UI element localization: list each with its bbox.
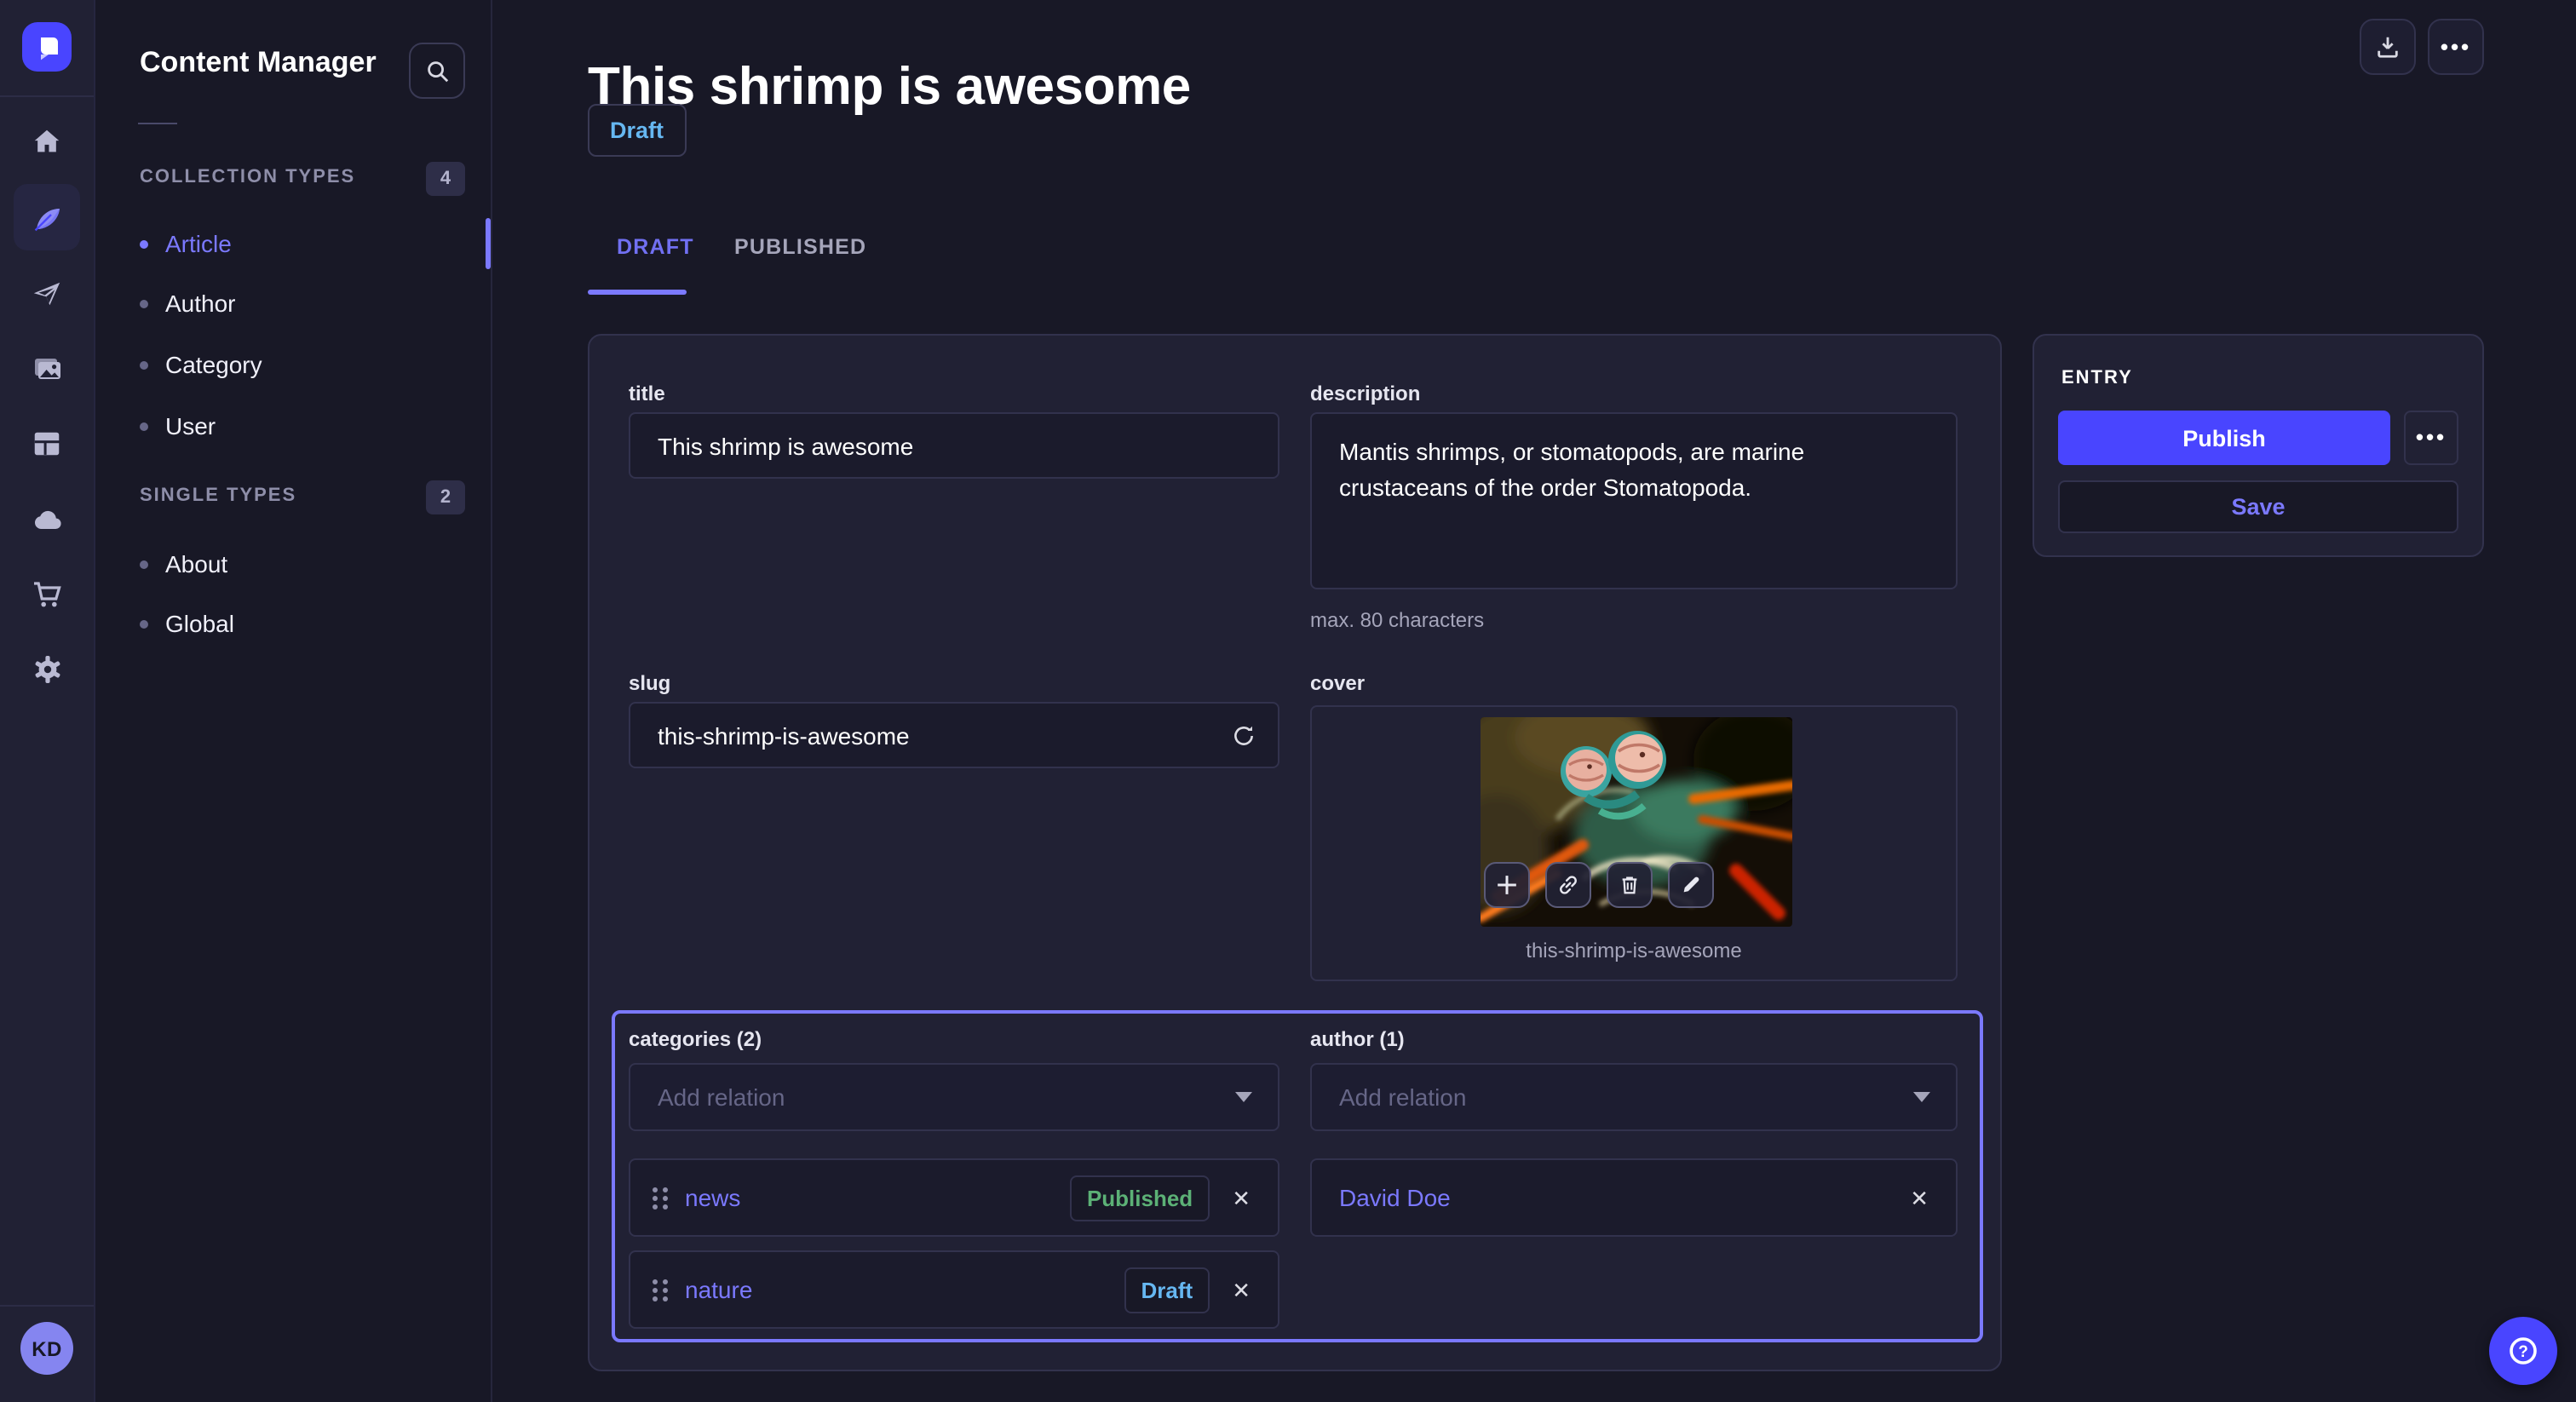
chevron-down-icon: [1913, 1092, 1930, 1102]
subnav-divider: [138, 123, 177, 124]
app-window: KD Content Manager COLLECTION TYPES 4 Ar…: [0, 0, 2576, 1402]
tab-published[interactable]: PUBLISHED: [734, 235, 866, 259]
publish-button[interactable]: Publish: [2058, 411, 2390, 465]
title-input[interactable]: This shrimp is awesome: [629, 412, 1279, 479]
more-options-button[interactable]: •••: [2428, 19, 2484, 75]
nav-rail: KD: [0, 0, 95, 1402]
search-icon: [425, 59, 449, 83]
download-icon: [2375, 34, 2401, 60]
drag-handle-icon[interactable]: [653, 1278, 668, 1301]
title-field-label: title: [629, 382, 665, 405]
cover-field-box: this-shrimp-is-awesome: [1310, 705, 1958, 981]
drag-handle-icon[interactable]: [653, 1187, 668, 1209]
relation-row-news: news Published ✕: [629, 1158, 1279, 1237]
status-badge: Published: [1070, 1175, 1210, 1221]
marketplace-cart-icon[interactable]: [14, 560, 80, 627]
content-manager-subnav: Content Manager COLLECTION TYPES 4 Artic…: [95, 0, 492, 1402]
relation-link[interactable]: news: [685, 1184, 740, 1211]
status-badge: Draft: [588, 104, 686, 157]
add-icon[interactable]: [1484, 862, 1530, 908]
tab-draft[interactable]: DRAFT: [617, 235, 694, 259]
active-item-indicator: [486, 218, 491, 269]
save-button[interactable]: Save: [2058, 480, 2458, 533]
description-textarea[interactable]: Mantis shrimps, or stomatopods, are mari…: [1310, 412, 1958, 589]
edit-form-panel: title This shrimp is awesome description…: [588, 334, 2002, 1371]
relation-link[interactable]: David Doe: [1339, 1184, 1451, 1211]
cover-filename: this-shrimp-is-awesome: [1312, 939, 1956, 962]
download-button[interactable]: [2360, 19, 2416, 75]
content-type-builder-layout-icon[interactable]: [14, 411, 80, 477]
relation-row-david-doe: David Doe ✕: [1310, 1158, 1958, 1237]
sidebar-item-article[interactable]: Article: [140, 220, 232, 267]
slug-field-label: slug: [629, 671, 670, 695]
description-field-label: description: [1310, 382, 1420, 405]
media-library-images-icon[interactable]: [14, 336, 80, 402]
cover-field-label: cover: [1310, 671, 1365, 695]
cover-actions: [1484, 862, 1714, 908]
help-icon: ?: [2506, 1334, 2540, 1368]
bullet-icon: [140, 299, 148, 307]
help-button[interactable]: ?: [2489, 1317, 2557, 1385]
main-content: This shrimp is awesome ••• Draft DRAFT P…: [492, 0, 2576, 1402]
remove-relation-icon[interactable]: ✕: [1232, 1278, 1251, 1301]
bullet-icon: [140, 560, 148, 568]
edit-pencil-icon[interactable]: [1668, 862, 1714, 908]
categories-field-label: categories (2): [629, 1027, 762, 1051]
sidebar-item-category[interactable]: Category: [140, 341, 262, 388]
author-field-label: author (1): [1310, 1027, 1405, 1051]
single-types-count-badge: 2: [426, 480, 465, 514]
link-icon[interactable]: [1545, 862, 1591, 908]
section-label-single-types: SINGLE TYPES: [140, 486, 296, 506]
release-paper-plane-icon[interactable]: [14, 261, 80, 327]
entry-more-button[interactable]: •••: [2404, 411, 2458, 465]
section-label-collection-types: COLLECTION TYPES: [140, 167, 355, 187]
settings-gear-icon[interactable]: [14, 635, 80, 702]
author-add-relation-combobox[interactable]: Add relation: [1310, 1063, 1958, 1131]
trash-icon[interactable]: [1607, 862, 1653, 908]
strapi-logo[interactable]: [22, 22, 72, 72]
sidebar-item-about[interactable]: About: [140, 540, 227, 588]
search-button[interactable]: [409, 43, 465, 99]
categories-add-relation-combobox[interactable]: Add relation: [629, 1063, 1279, 1131]
entry-panel-title: ENTRY: [2061, 368, 2133, 388]
relation-row-nature: nature Draft ✕: [629, 1250, 1279, 1329]
entry-panel: ENTRY Publish ••• Save: [2033, 334, 2484, 557]
bullet-icon: [140, 619, 148, 628]
sidebar-item-global[interactable]: Global: [140, 600, 234, 647]
home-icon[interactable]: [14, 109, 80, 175]
rail-header: [0, 0, 94, 97]
collection-types-count-badge: 4: [426, 162, 465, 196]
chevron-down-icon: [1235, 1092, 1252, 1102]
sidebar-item-author[interactable]: Author: [140, 279, 236, 327]
subnav-title: Content Manager: [140, 46, 377, 80]
rail-divider: [0, 1305, 94, 1307]
user-avatar[interactable]: KD: [20, 1322, 73, 1375]
bullet-icon: [140, 360, 148, 369]
sidebar-item-user[interactable]: User: [140, 402, 216, 450]
bullet-icon: [140, 239, 148, 248]
active-tab-underline: [588, 290, 687, 295]
deploy-cloud-icon[interactable]: [14, 486, 80, 552]
slug-input[interactable]: this-shrimp-is-awesome: [629, 702, 1279, 768]
description-helper-text: max. 80 characters: [1310, 608, 1484, 632]
bullet-icon: [140, 422, 148, 430]
cover-image[interactable]: [1481, 717, 1792, 927]
remove-relation-icon[interactable]: ✕: [1910, 1187, 1929, 1209]
status-badge: Draft: [1124, 1267, 1210, 1313]
content-manager-feather-icon[interactable]: [14, 184, 80, 250]
svg-text:?: ?: [2518, 1343, 2528, 1361]
regenerate-icon[interactable]: [1232, 723, 1256, 747]
relation-link[interactable]: nature: [685, 1276, 752, 1303]
remove-relation-icon[interactable]: ✕: [1232, 1187, 1251, 1209]
